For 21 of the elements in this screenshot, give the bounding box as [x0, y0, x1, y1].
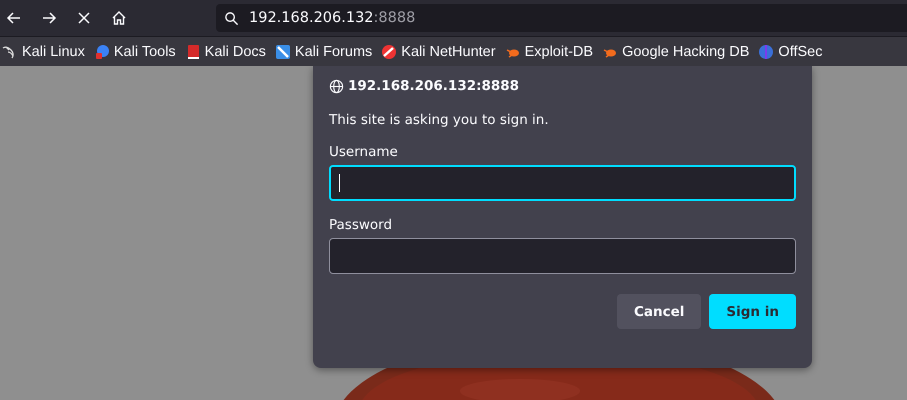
- address-field[interactable]: 192.168.206.132:8888: [216, 4, 907, 32]
- url-host: 192.168.206.132: [249, 10, 374, 26]
- site-address: 192.168.206.132:8888: [348, 78, 520, 94]
- bookmark-link[interactable]: Kali NetHunter: [401, 44, 496, 60]
- bookmark-link[interactable]: Exploit-DB: [524, 44, 594, 60]
- bookmark-link[interactable]: Kali Forums: [294, 44, 372, 60]
- globe-icon: [329, 78, 344, 94]
- input-field[interactable]: [329, 165, 796, 201]
- field-label: Username: [329, 144, 399, 160]
- dialog-message: This site is asking you to sign in.: [329, 112, 550, 128]
- field-label: Password: [329, 217, 394, 233]
- search-icon: [224, 10, 239, 26]
- bookmark-link[interactable]: Kali Docs: [204, 44, 266, 60]
- input-field[interactable]: [329, 238, 796, 274]
- cancel-button[interactable]: Cancel: [617, 294, 702, 329]
- bookmark-link[interactable]: OffSec: [778, 44, 822, 60]
- url-port: :8888: [374, 10, 416, 26]
- sign-in-button[interactable]: Sign in: [709, 294, 796, 329]
- bookmark-link[interactable]: Google Hacking DB: [622, 44, 750, 60]
- bookmark-link[interactable]: Kali Tools: [114, 44, 176, 60]
- bookmark-link[interactable]: Kali Linux: [22, 44, 85, 60]
